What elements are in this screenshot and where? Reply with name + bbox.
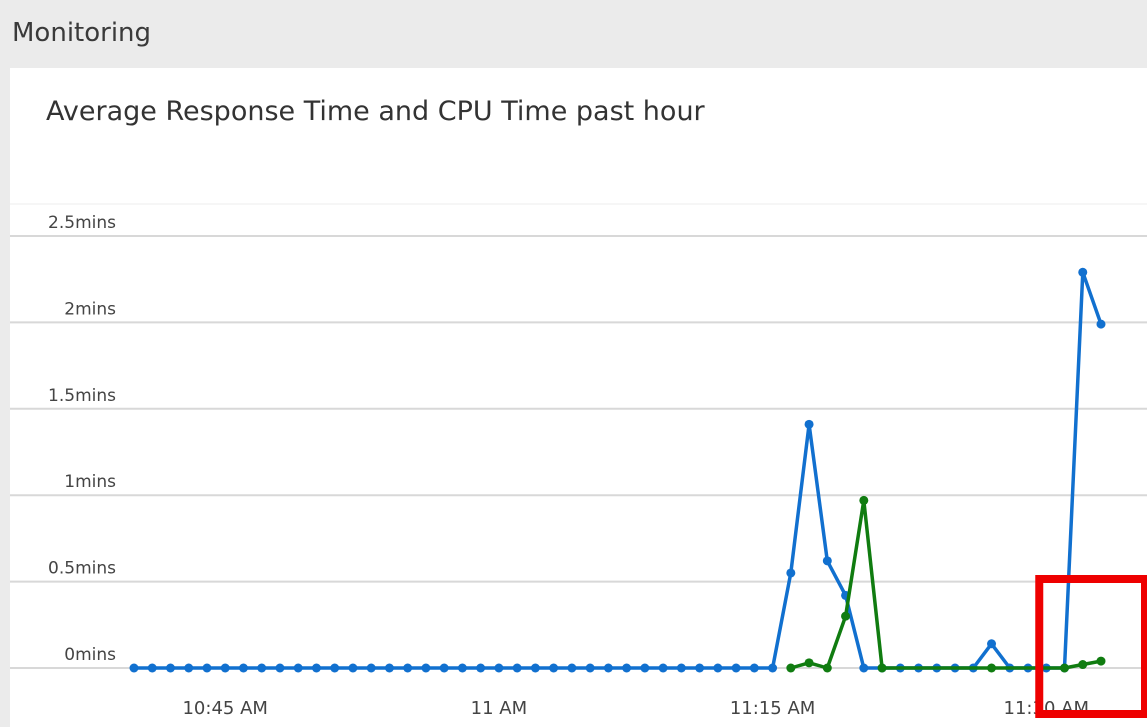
series-point-1 [311,663,321,673]
series-point-1 [494,663,504,673]
line-chart: 0mins 0.5mins 1mins 1.5mins 2mins 2.5mins 10:4… [10,203,1147,719]
series-point-2 [987,663,997,673]
series-point-1 [713,663,723,673]
series-point-1 [275,663,285,673]
series-point-1 [622,663,632,673]
series-point-2 [1096,656,1106,666]
series-point-1 [366,663,376,673]
series-point-1 [384,663,394,673]
series-point-1 [476,663,486,673]
chart-card: Average Response Time and CPU Time past … [10,68,1147,727]
series-point-1 [348,663,358,673]
section-title: Monitoring [12,18,152,48]
y-tick-label: 2mins [64,299,116,319]
series-point-1 [695,663,705,673]
series-point-1 [457,663,467,673]
series-point-1 [147,663,157,673]
series-point-2 [804,658,814,668]
series-point-2 [1078,660,1088,670]
series-point-1 [768,663,778,673]
y-tick-label: 1mins [64,472,116,492]
series-point-1 [202,663,212,673]
series-point-1 [549,663,559,673]
series-point-1 [293,663,303,673]
series-point-1 [822,556,832,566]
series-point-1 [676,663,686,673]
series-point-1 [804,419,814,429]
series-point-1 [567,663,577,673]
series-point-1 [1096,319,1106,329]
series-point-1 [1078,267,1088,277]
series-point-1 [439,663,449,673]
y-tick-label: 1.5mins [48,386,116,406]
series-point-1 [859,663,869,673]
series-point-1 [238,663,248,673]
series-point-1 [749,663,759,673]
series-point-1 [184,663,194,673]
series-point-1 [658,663,668,673]
series-point-1 [530,663,540,673]
series-line-1 [134,270,1103,670]
series-point-2 [786,663,796,673]
series-point-2 [822,663,832,673]
x-tick-label: 10:45 AM [182,698,267,719]
series-point-1 [403,663,413,673]
series-point-1 [330,663,340,673]
series-point-1 [421,663,431,673]
series-point-2 [859,495,869,505]
series-point-2 [841,611,851,621]
series-point-1 [987,639,997,649]
x-tick-label: 11 AM [471,698,527,719]
series-point-1 [257,663,267,673]
y-tick-label: 0.5mins [48,559,116,579]
series-point-2 [1060,663,1070,673]
series-point-1 [786,568,796,578]
series-point-1 [512,663,522,673]
series-point-1 [640,663,650,673]
series-point-2 [877,663,887,673]
section-header: Monitoring [0,0,1147,68]
series-point-1 [129,663,139,673]
x-tick-label: 11:30 AM [1004,698,1089,719]
series-line-2 [790,498,1102,670]
y-tick-label: 0mins [64,645,116,665]
series-point-1 [585,663,595,673]
x-tick-label: 11:15 AM [730,698,815,719]
series-point-1 [731,663,741,673]
series-point-1 [220,663,230,673]
y-tick-label: 2.5mins [48,213,116,233]
series-point-1 [165,663,175,673]
series-point-1 [603,663,613,673]
